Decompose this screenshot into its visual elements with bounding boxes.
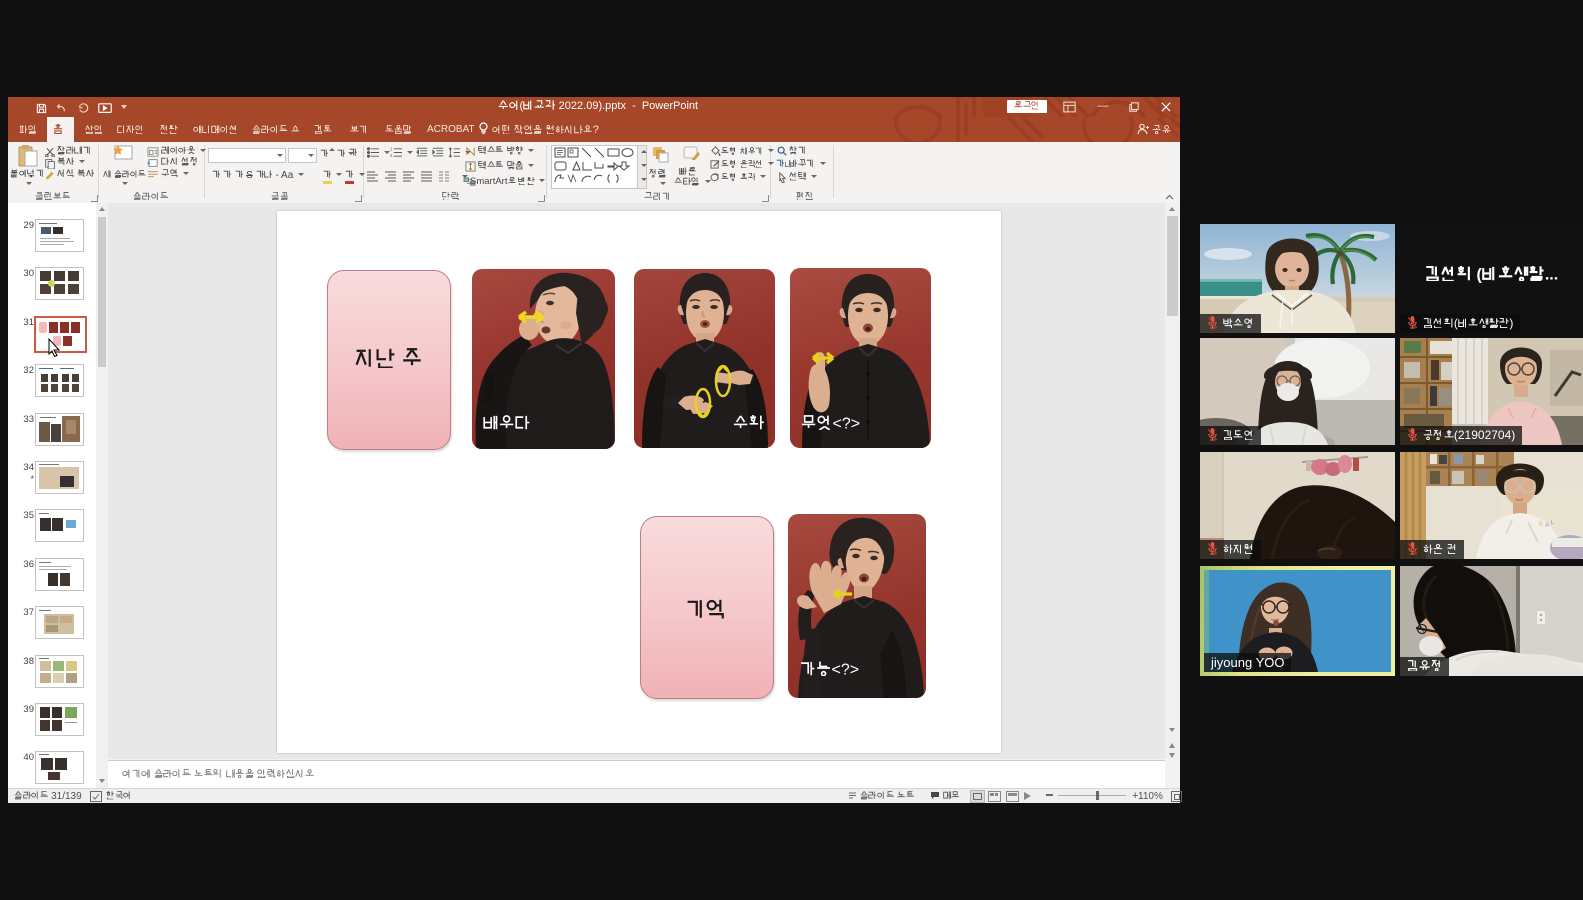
svg-text:2: 2 bbox=[390, 153, 393, 158]
svg-text:A: A bbox=[1545, 523, 1550, 530]
svg-text:B: B bbox=[1539, 521, 1544, 528]
svg-text:1: 1 bbox=[390, 147, 393, 152]
